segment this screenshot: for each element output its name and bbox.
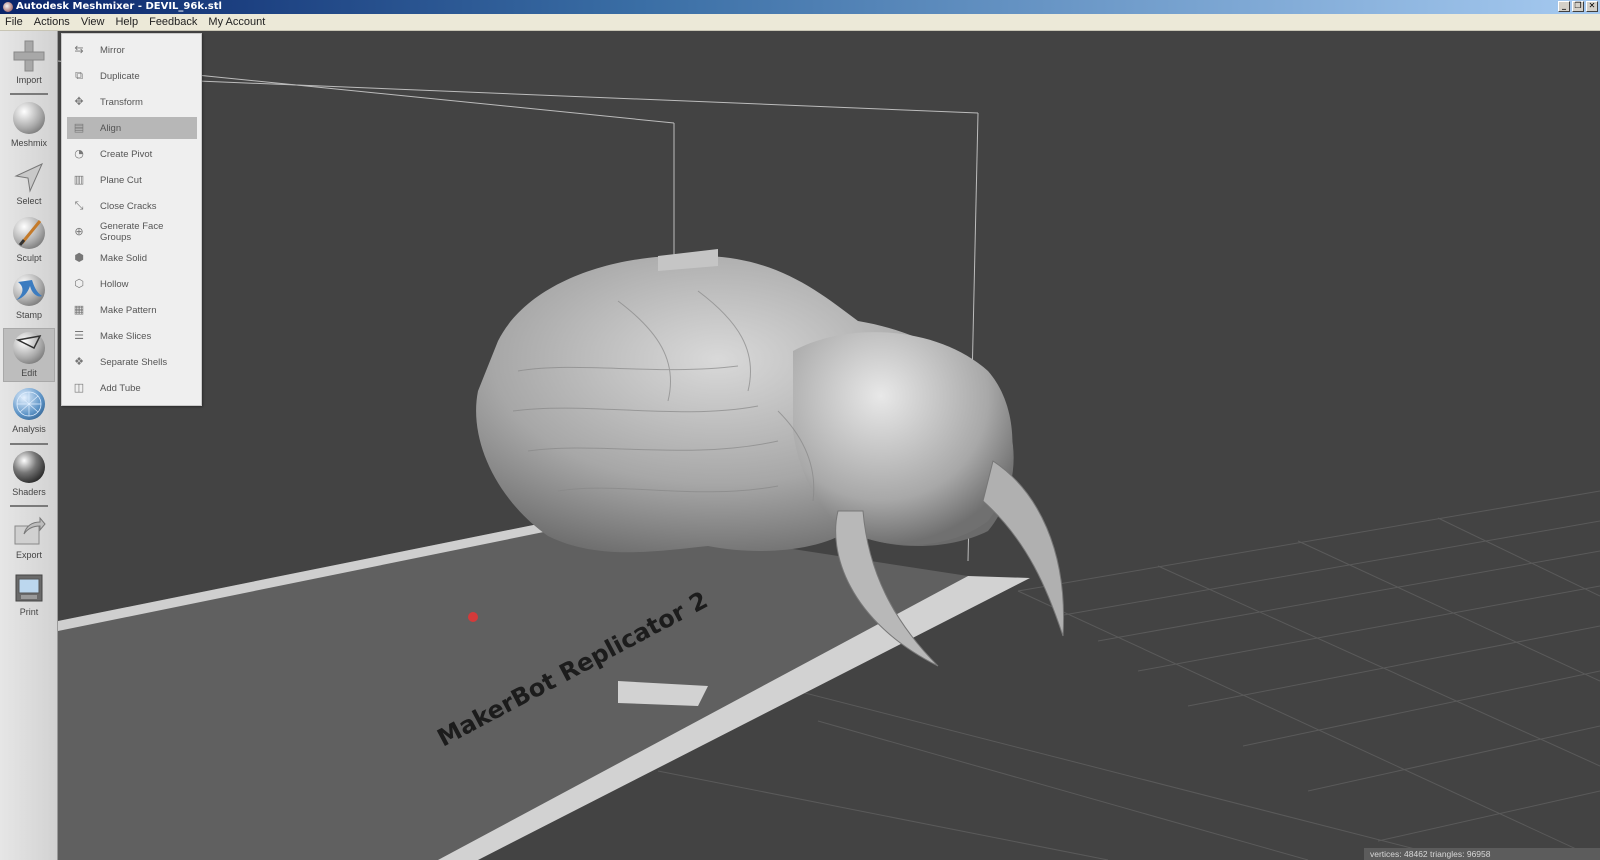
menu-file[interactable]: File bbox=[0, 16, 29, 28]
menu-item-duplicate[interactable]: ⧉ Duplicate bbox=[67, 65, 197, 87]
menu-item-make-slices[interactable]: ☰ Make Slices bbox=[67, 325, 197, 347]
menu-feedback[interactable]: Feedback bbox=[144, 16, 203, 28]
duplicate-icon: ⧉ bbox=[75, 69, 83, 82]
shells-icon: ❖ bbox=[74, 355, 84, 368]
plane-cut-icon: ▥ bbox=[73, 173, 85, 186]
tool-sidebar: Import Meshmix Select Sculpt Stamp Edit bbox=[0, 31, 58, 860]
tool-import[interactable]: Import bbox=[3, 36, 55, 90]
scene-canvas: MakerBot Replicator 2 bbox=[58, 31, 1600, 860]
meshmix-icon bbox=[12, 102, 46, 136]
origin-marker bbox=[468, 612, 478, 622]
face-groups-icon: ⊕ bbox=[74, 225, 84, 238]
tool-select[interactable]: Select bbox=[3, 157, 55, 211]
tool-label: Print bbox=[19, 607, 39, 617]
menu-item-close-cracks[interactable]: ⤡ Close Cracks bbox=[67, 195, 197, 217]
tool-analysis[interactable]: Analysis bbox=[3, 385, 55, 439]
tool-meshmix[interactable]: Meshmix bbox=[3, 99, 55, 153]
tool-label: Analysis bbox=[12, 424, 46, 434]
toolbar-divider bbox=[10, 93, 48, 95]
menu-item-separate-shells[interactable]: ❖ Separate Shells bbox=[67, 351, 197, 373]
mirror-icon: ⇆ bbox=[74, 43, 84, 56]
tool-sculpt[interactable]: Sculpt bbox=[3, 214, 55, 268]
menu-item-transform[interactable]: ✥ Transform bbox=[67, 91, 197, 113]
maximize-button[interactable]: ❐ bbox=[1572, 1, 1584, 12]
tool-label: Stamp bbox=[15, 310, 42, 320]
tool-label: Shaders bbox=[12, 487, 46, 497]
tool-label: Export bbox=[15, 550, 42, 560]
tool-label: Select bbox=[16, 196, 42, 206]
menu-item-add-tube[interactable]: ◫ Add Tube bbox=[67, 377, 197, 399]
menu-item-hollow[interactable]: ⬡ Hollow bbox=[67, 273, 197, 295]
tool-edit[interactable]: Edit bbox=[3, 328, 55, 382]
menu-item-make-pattern[interactable]: ▦ Make Pattern bbox=[67, 299, 197, 321]
menu-my-account[interactable]: My Account bbox=[203, 16, 271, 28]
close-button[interactable]: ✕ bbox=[1586, 1, 1598, 12]
tool-label: Import bbox=[16, 75, 42, 85]
hollow-icon: ⬡ bbox=[74, 277, 84, 290]
menu-help[interactable]: Help bbox=[110, 16, 144, 28]
close-cracks-icon: ⤡ bbox=[74, 199, 84, 212]
make-solid-icon: ⬢ bbox=[74, 251, 84, 264]
plus-icon bbox=[12, 39, 46, 73]
app-icon bbox=[3, 2, 13, 12]
transform-icon: ✥ bbox=[74, 95, 84, 108]
toolbar-divider bbox=[10, 505, 48, 507]
menu-bar: File Actions View Help Feedback My Accou… bbox=[0, 14, 1600, 31]
menu-item-create-pivot[interactable]: ◔ Create Pivot bbox=[67, 143, 197, 165]
tool-stamp[interactable]: Stamp bbox=[3, 271, 55, 325]
export-icon bbox=[12, 514, 46, 548]
sculpt-brush-icon bbox=[12, 217, 46, 251]
stamp-icon bbox=[12, 274, 46, 308]
tool-shaders[interactable]: Shaders bbox=[3, 448, 55, 502]
pattern-icon: ▦ bbox=[73, 303, 85, 316]
align-icon: ▤ bbox=[73, 121, 85, 134]
select-arrow-icon bbox=[12, 160, 46, 194]
tool-label: Sculpt bbox=[16, 253, 42, 263]
tool-print[interactable]: Print bbox=[3, 568, 55, 622]
mesh-stats-status: vertices: 48462 triangles: 96958 bbox=[1364, 848, 1600, 860]
edit-menu-panel: ⇆ Mirror ⧉ Duplicate ✥ Transform ▤ Align ◔ Cr… bbox=[61, 33, 202, 406]
toolbar-divider bbox=[10, 443, 48, 445]
menu-view[interactable]: View bbox=[76, 16, 111, 28]
pivot-icon: ◔ bbox=[74, 147, 84, 160]
menu-item-make-solid[interactable]: ⬢ Make Solid bbox=[67, 247, 197, 269]
slices-icon: ☰ bbox=[74, 329, 84, 342]
tool-label: Edit bbox=[21, 368, 37, 378]
title-bar: Autodesk Meshmixer - DEVIL_96k.stl _ ❐ ✕ bbox=[0, 0, 1600, 14]
tool-export[interactable]: Export bbox=[3, 511, 55, 565]
tool-label: Meshmix bbox=[10, 138, 47, 148]
menu-item-align[interactable]: ▤ Align bbox=[67, 117, 197, 139]
window-controls: _ ❐ ✕ bbox=[1558, 1, 1598, 12]
print-icon bbox=[12, 571, 46, 605]
edit-icon bbox=[12, 332, 46, 366]
menu-item-plane-cut[interactable]: ▥ Plane Cut bbox=[67, 169, 197, 191]
shader-sphere-icon bbox=[12, 451, 46, 485]
menu-actions[interactable]: Actions bbox=[29, 16, 76, 28]
window-title: Autodesk Meshmixer - DEVIL_96k.stl bbox=[16, 1, 222, 12]
menu-item-generate-face-groups[interactable]: ⊕ Generate Face Groups bbox=[67, 221, 197, 243]
minimize-button[interactable]: _ bbox=[1558, 1, 1570, 12]
tube-icon: ◫ bbox=[73, 381, 85, 394]
analysis-icon bbox=[12, 388, 46, 422]
3d-viewport[interactable]: MakerBot Replicator 2 vertices: 48462 tr… bbox=[58, 31, 1600, 860]
menu-item-mirror[interactable]: ⇆ Mirror bbox=[67, 39, 197, 61]
